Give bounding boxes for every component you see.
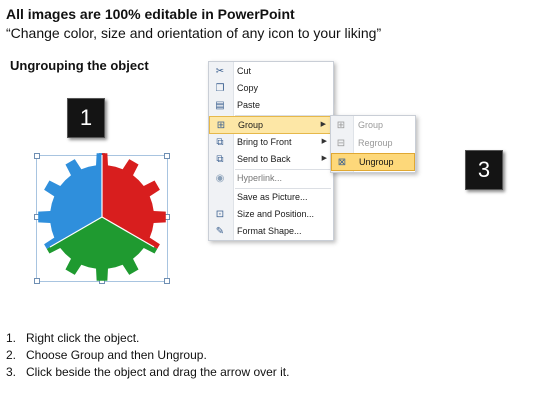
menu-item-label: Size and Position... — [237, 209, 315, 219]
submenu-arrow-icon: ▶ — [321, 138, 327, 145]
paste-icon: ▤ — [215, 100, 225, 111]
menu-item-label: Group — [238, 120, 264, 130]
menu-item-label: Cut — [237, 66, 252, 76]
regroup-icon: ⊟ — [336, 138, 346, 149]
submenu-item-regroup: ⊟ Regroup — [331, 135, 415, 153]
send-back-icon: ⧉ — [216, 154, 224, 165]
list-number: 3. — [6, 365, 17, 379]
menu-item-save-as-picture[interactable]: Save as Picture... — [209, 189, 333, 207]
list-item: 1. Right click the object. — [6, 330, 289, 347]
menu-item-group[interactable]: ⊞ Group ▶ — [209, 116, 333, 134]
scissors-icon: ✂ — [215, 66, 225, 77]
group-submenu: ⊞ Group ⊟ Regroup ⊠ Ungroup — [330, 115, 416, 173]
menu-item-label: Ungroup — [359, 157, 394, 167]
menu-item-copy[interactable]: ❐ Copy — [209, 80, 333, 98]
copy-icon: ❐ — [215, 83, 225, 94]
menu-item-label: Send to Back — [237, 154, 291, 164]
size-position-icon: ⊡ — [215, 209, 225, 220]
submenu-item-ungroup[interactable]: ⊠ Ungroup — [331, 153, 415, 171]
step-marker-3: 3 — [465, 150, 503, 190]
format-shape-icon: ✎ — [215, 226, 225, 237]
page-subtitle: “Change color, size and orientation of a… — [6, 25, 382, 41]
list-text: Right click the object. — [26, 331, 140, 345]
list-item: 3. Click beside the object and drag the … — [6, 364, 289, 381]
menu-item-label: Regroup — [358, 138, 393, 148]
submenu-arrow-icon: ▶ — [321, 155, 327, 162]
list-text: Choose Group and then Ungroup. — [26, 348, 207, 362]
menu-item-paste[interactable]: ▤ Paste — [209, 97, 333, 115]
list-number: 1. — [6, 331, 17, 345]
menu-item-hyperlink: ◉ Hyperlink... — [209, 170, 333, 188]
menu-item-size-and-position[interactable]: ⊡ Size and Position... — [209, 206, 333, 224]
instructions-list: 1. Right click the object. 2. Choose Gro… — [6, 330, 289, 381]
list-number: 2. — [6, 348, 17, 362]
step-marker-1: 1 — [67, 98, 105, 138]
page-title: All images are 100% editable in PowerPoi… — [6, 6, 295, 22]
group-icon: ⊞ — [336, 120, 346, 131]
submenu-arrow-icon: ▶ — [320, 121, 326, 128]
menu-item-cut[interactable]: ✂ Cut — [209, 63, 333, 81]
list-text: Click beside the object and drag the arr… — [26, 365, 290, 379]
menu-item-bring-to-front[interactable]: ⧉ Bring to Front ▶ — [209, 134, 333, 152]
menu-item-label: Save as Picture... — [237, 192, 308, 202]
menu-item-format-shape[interactable]: ✎ Format Shape... — [209, 223, 333, 241]
list-item: 2. Choose Group and then Ungroup. — [6, 347, 289, 364]
group-icon: ⊞ — [216, 120, 226, 131]
hyperlink-icon: ◉ — [215, 173, 225, 184]
ungroup-icon: ⊠ — [337, 157, 347, 168]
bring-front-icon: ⧉ — [216, 137, 224, 148]
menu-item-label: Copy — [237, 83, 259, 93]
menu-item-label: Hyperlink... — [237, 173, 283, 183]
menu-item-label: Group — [358, 120, 384, 130]
section-title: Ungrouping the object — [10, 58, 149, 73]
context-menu: ✂ Cut ❐ Copy ▤ Paste ⊞ Group ▶ ⧉ Bring t… — [208, 61, 334, 241]
menu-item-label: Paste — [237, 100, 261, 110]
menu-item-label: Bring to Front — [237, 137, 292, 147]
gear-shape[interactable] — [34, 150, 170, 284]
submenu-item-group: ⊞ Group — [331, 117, 415, 135]
menu-item-label: Format Shape... — [237, 226, 302, 236]
menu-item-send-to-back[interactable]: ⧉ Send to Back ▶ — [209, 151, 333, 169]
